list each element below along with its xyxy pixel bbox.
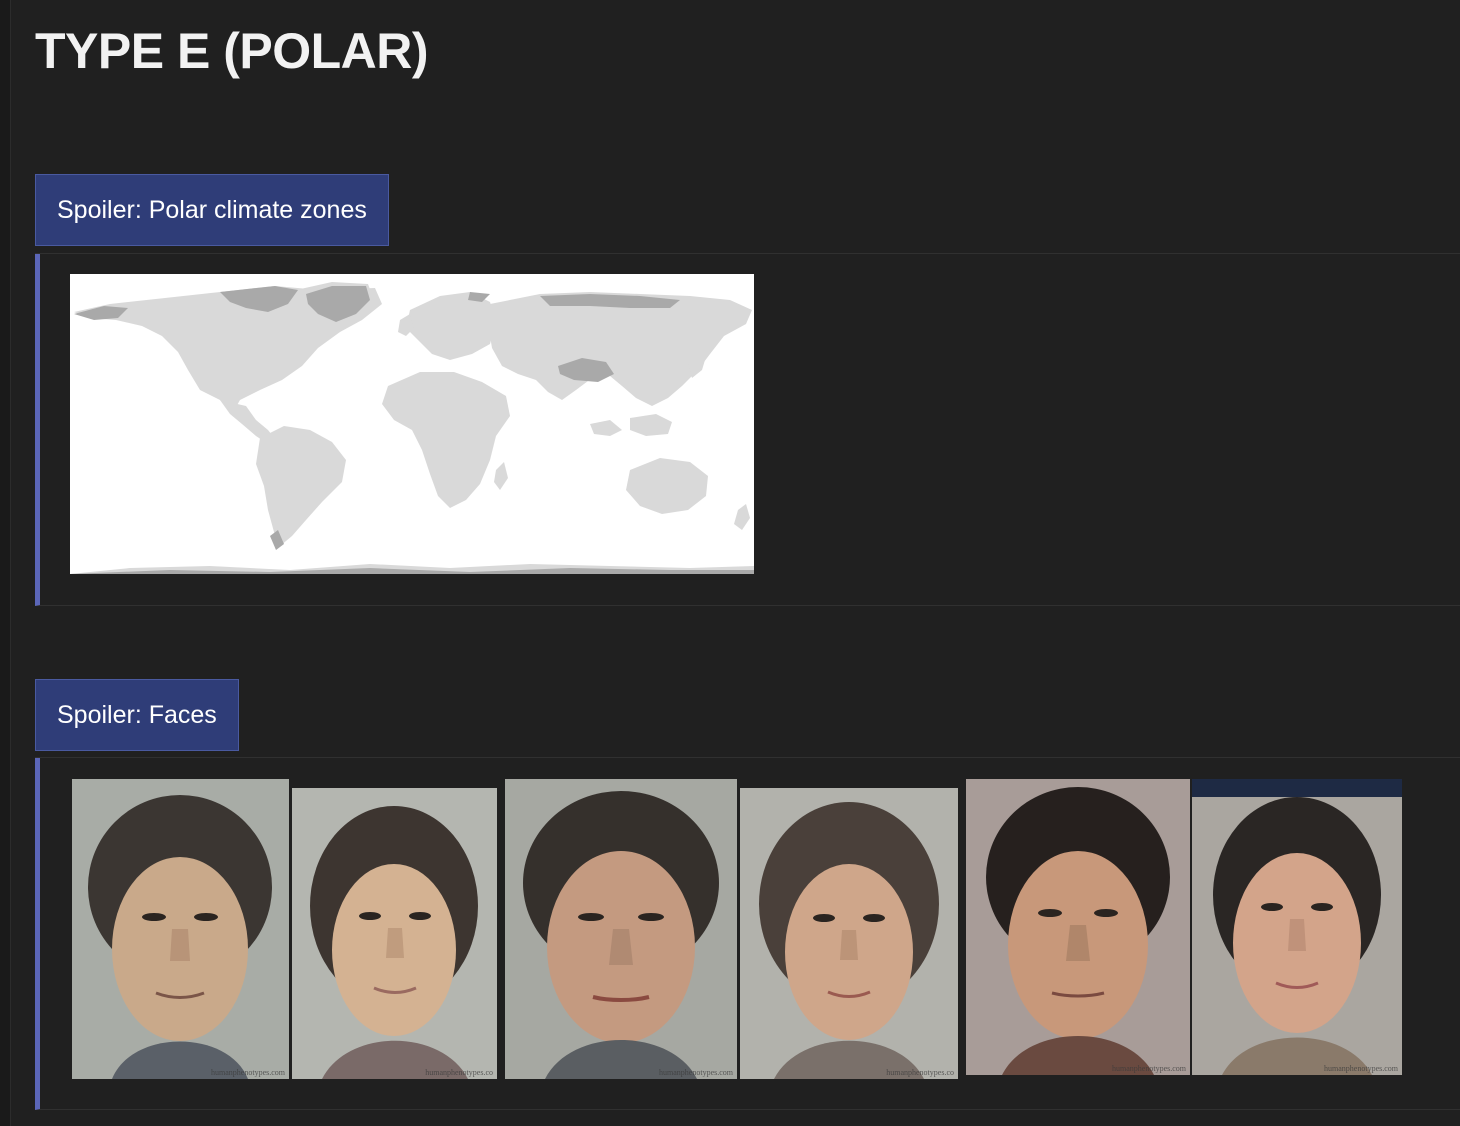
- watermark: humanphenotypes.co: [425, 1068, 493, 1077]
- male-face-icon: [72, 779, 289, 1079]
- female-face-icon: [1192, 779, 1402, 1075]
- watermark: humanphenotypes.com: [659, 1068, 733, 1077]
- spoiler-toggle-polar-climate-zones[interactable]: Spoiler: Polar climate zones: [35, 174, 389, 246]
- spoiler-toggle-faces[interactable]: Spoiler: Faces: [35, 679, 239, 751]
- face-image[interactable]: humanphenotypes.com: [966, 779, 1190, 1075]
- left-rail: [0, 0, 11, 1126]
- face-image[interactable]: humanphenotypes.co: [292, 788, 497, 1079]
- world-map-image[interactable]: [70, 274, 754, 574]
- male-face-icon: [966, 779, 1190, 1075]
- spoiler-content-faces: humanphenotypes.com humanphenotypes.co h…: [35, 758, 1460, 1110]
- page-title: TYPE E (POLAR): [35, 23, 429, 79]
- watermark: humanphenotypes.com: [1324, 1064, 1398, 1073]
- spoiler-content-polar-climate-zones: [35, 254, 1460, 606]
- male-face-icon: [505, 779, 737, 1079]
- page: TYPE E (POLAR) Spoiler: Polar climate zo…: [0, 0, 1460, 1126]
- female-face-icon: [292, 788, 497, 1079]
- watermark: humanphenotypes.co: [886, 1068, 954, 1077]
- world-map-icon: [70, 274, 754, 574]
- watermark: humanphenotypes.com: [211, 1068, 285, 1077]
- watermark: humanphenotypes.com: [1112, 1064, 1186, 1073]
- face-image[interactable]: humanphenotypes.com: [72, 779, 289, 1079]
- face-image[interactable]: humanphenotypes.com: [1192, 779, 1402, 1075]
- female-face-icon: [740, 788, 958, 1079]
- face-image[interactable]: humanphenotypes.co: [740, 788, 958, 1079]
- face-image[interactable]: humanphenotypes.com: [505, 779, 737, 1079]
